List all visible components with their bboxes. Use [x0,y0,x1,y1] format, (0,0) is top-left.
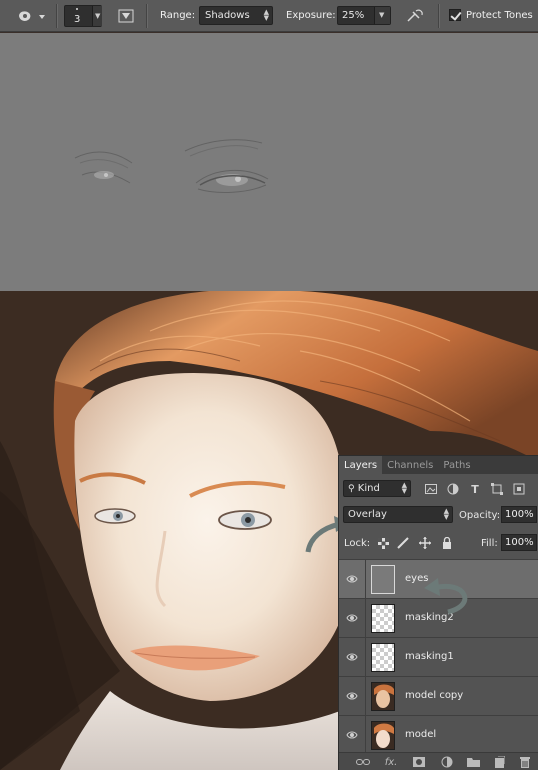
layer-name[interactable]: model copy [405,690,463,701]
panel-tabs: Layers Channels Paths [339,456,538,474]
adjustment-icon[interactable] [439,755,455,769]
lock-image-pixels-icon[interactable] [395,536,411,550]
folder-icon[interactable] [465,755,481,769]
filter-adjustment-icon[interactable] [445,482,461,496]
layer-thumbnail [371,682,395,711]
mask-icon[interactable] [411,755,427,769]
lock-label: Lock: [344,538,371,549]
layer-thumbnail [371,604,395,633]
layer-row-model[interactable]: model [339,715,538,755]
opacity-input[interactable]: 100% [501,506,537,523]
separator [438,4,439,28]
tab-channels[interactable]: Channels [382,456,438,474]
layer-row-model-copy[interactable]: model copy [339,676,538,716]
burn-tool-preset-picker[interactable] [14,5,48,27]
faint-eye-strokes [74,139,269,193]
options-bar: 3 ▼ Range: Shadows ▲ ▼ Exposure: 25% ▼ Pr… [0,0,538,32]
filter-shape-icon[interactable] [489,482,505,496]
tab-paths[interactable]: Paths [438,456,475,474]
lock-all-icon[interactable] [439,536,455,550]
visibility-eye-icon[interactable] [346,573,358,585]
exposure-input[interactable]: 25% ▼ [337,6,391,25]
exposure-label: Exposure: [286,10,336,21]
divider [365,599,366,638]
blend-row: Overlay ▲ ▼ Opacity: 100% [339,504,538,526]
layer-thumbnail [371,721,395,750]
range-select[interactable]: Shadows ▲ ▼ [199,6,273,25]
layer-row-masking1[interactable]: masking1 [339,637,538,677]
filter-pixel-icon[interactable] [423,482,439,496]
trash-icon[interactable] [517,755,533,769]
visibility-eye-icon[interactable] [346,729,358,741]
separator [56,4,57,28]
opacity-label: Opacity: [459,510,501,521]
filter-row: ⚲ Kind ▲ ▼ T [339,478,538,500]
separator [146,4,147,28]
eye-mask-canvas[interactable] [0,33,538,291]
layers-panel-footer: fx. [339,752,538,770]
search-icon: ⚲ [348,484,355,494]
fill-input[interactable]: 100% [501,534,537,551]
brush-picker-arrow-icon: ▼ [92,6,102,26]
updown-arrows-icon: ▲ ▼ [263,8,269,22]
protect-tones-label: Protect Tones [466,10,533,21]
brush-size-value: 3 [74,14,81,25]
annotation-arrow-layer [424,578,468,615]
divider [365,638,366,677]
exposure-value: 25% [342,10,365,21]
link-icon[interactable] [355,755,371,769]
divider [365,560,366,599]
layer-thumbnail [371,643,395,672]
blend-mode-select[interactable]: Overlay ▲ ▼ [343,506,453,523]
updown-arrows-icon: ▲ ▼ [401,481,407,495]
visibility-eye-icon[interactable] [346,651,358,663]
lock-transparent-pixels-icon[interactable] [375,536,391,550]
filter-smart-object-icon[interactable] [511,482,527,496]
protect-tones-checkbox[interactable] [449,9,461,21]
brush-panel-icon [118,9,134,23]
layer-name[interactable]: model [405,729,436,740]
layer-name[interactable]: masking1 [405,651,454,662]
exposure-slider-arrow-icon[interactable]: ▼ [374,7,390,24]
visibility-eye-icon[interactable] [346,690,358,702]
filter-kind-value: Kind [357,483,380,494]
fill-label: Fill: [481,538,498,549]
airbrush-pressure-icon [407,9,423,22]
pressure-airbrush-button[interactable] [404,5,426,27]
divider [365,677,366,716]
brush-dot-icon [76,8,78,10]
burn-tool-icon [19,11,45,21]
brush-panel-toggle[interactable] [116,5,136,27]
new-layer-icon[interactable] [491,755,507,769]
filter-kind-select[interactable]: ⚲ Kind ▲ ▼ [343,480,411,497]
visibility-eye-icon[interactable] [346,612,358,624]
blend-mode-value: Overlay [348,509,387,520]
layer-thumbnail [371,565,395,594]
range-label: Range: [160,10,196,21]
tab-layers[interactable]: Layers [339,456,383,474]
lock-row: Lock: Fill: 100% [339,532,538,554]
range-select-value: Shadows [205,10,250,21]
lock-position-icon[interactable] [417,536,433,550]
filter-type-icon[interactable]: T [467,482,483,496]
brush-picker[interactable]: 3 ▼ [64,5,102,27]
updown-arrows-icon: ▲ ▼ [443,507,449,521]
fx-icon[interactable]: fx. [383,755,399,769]
divider [365,716,366,755]
